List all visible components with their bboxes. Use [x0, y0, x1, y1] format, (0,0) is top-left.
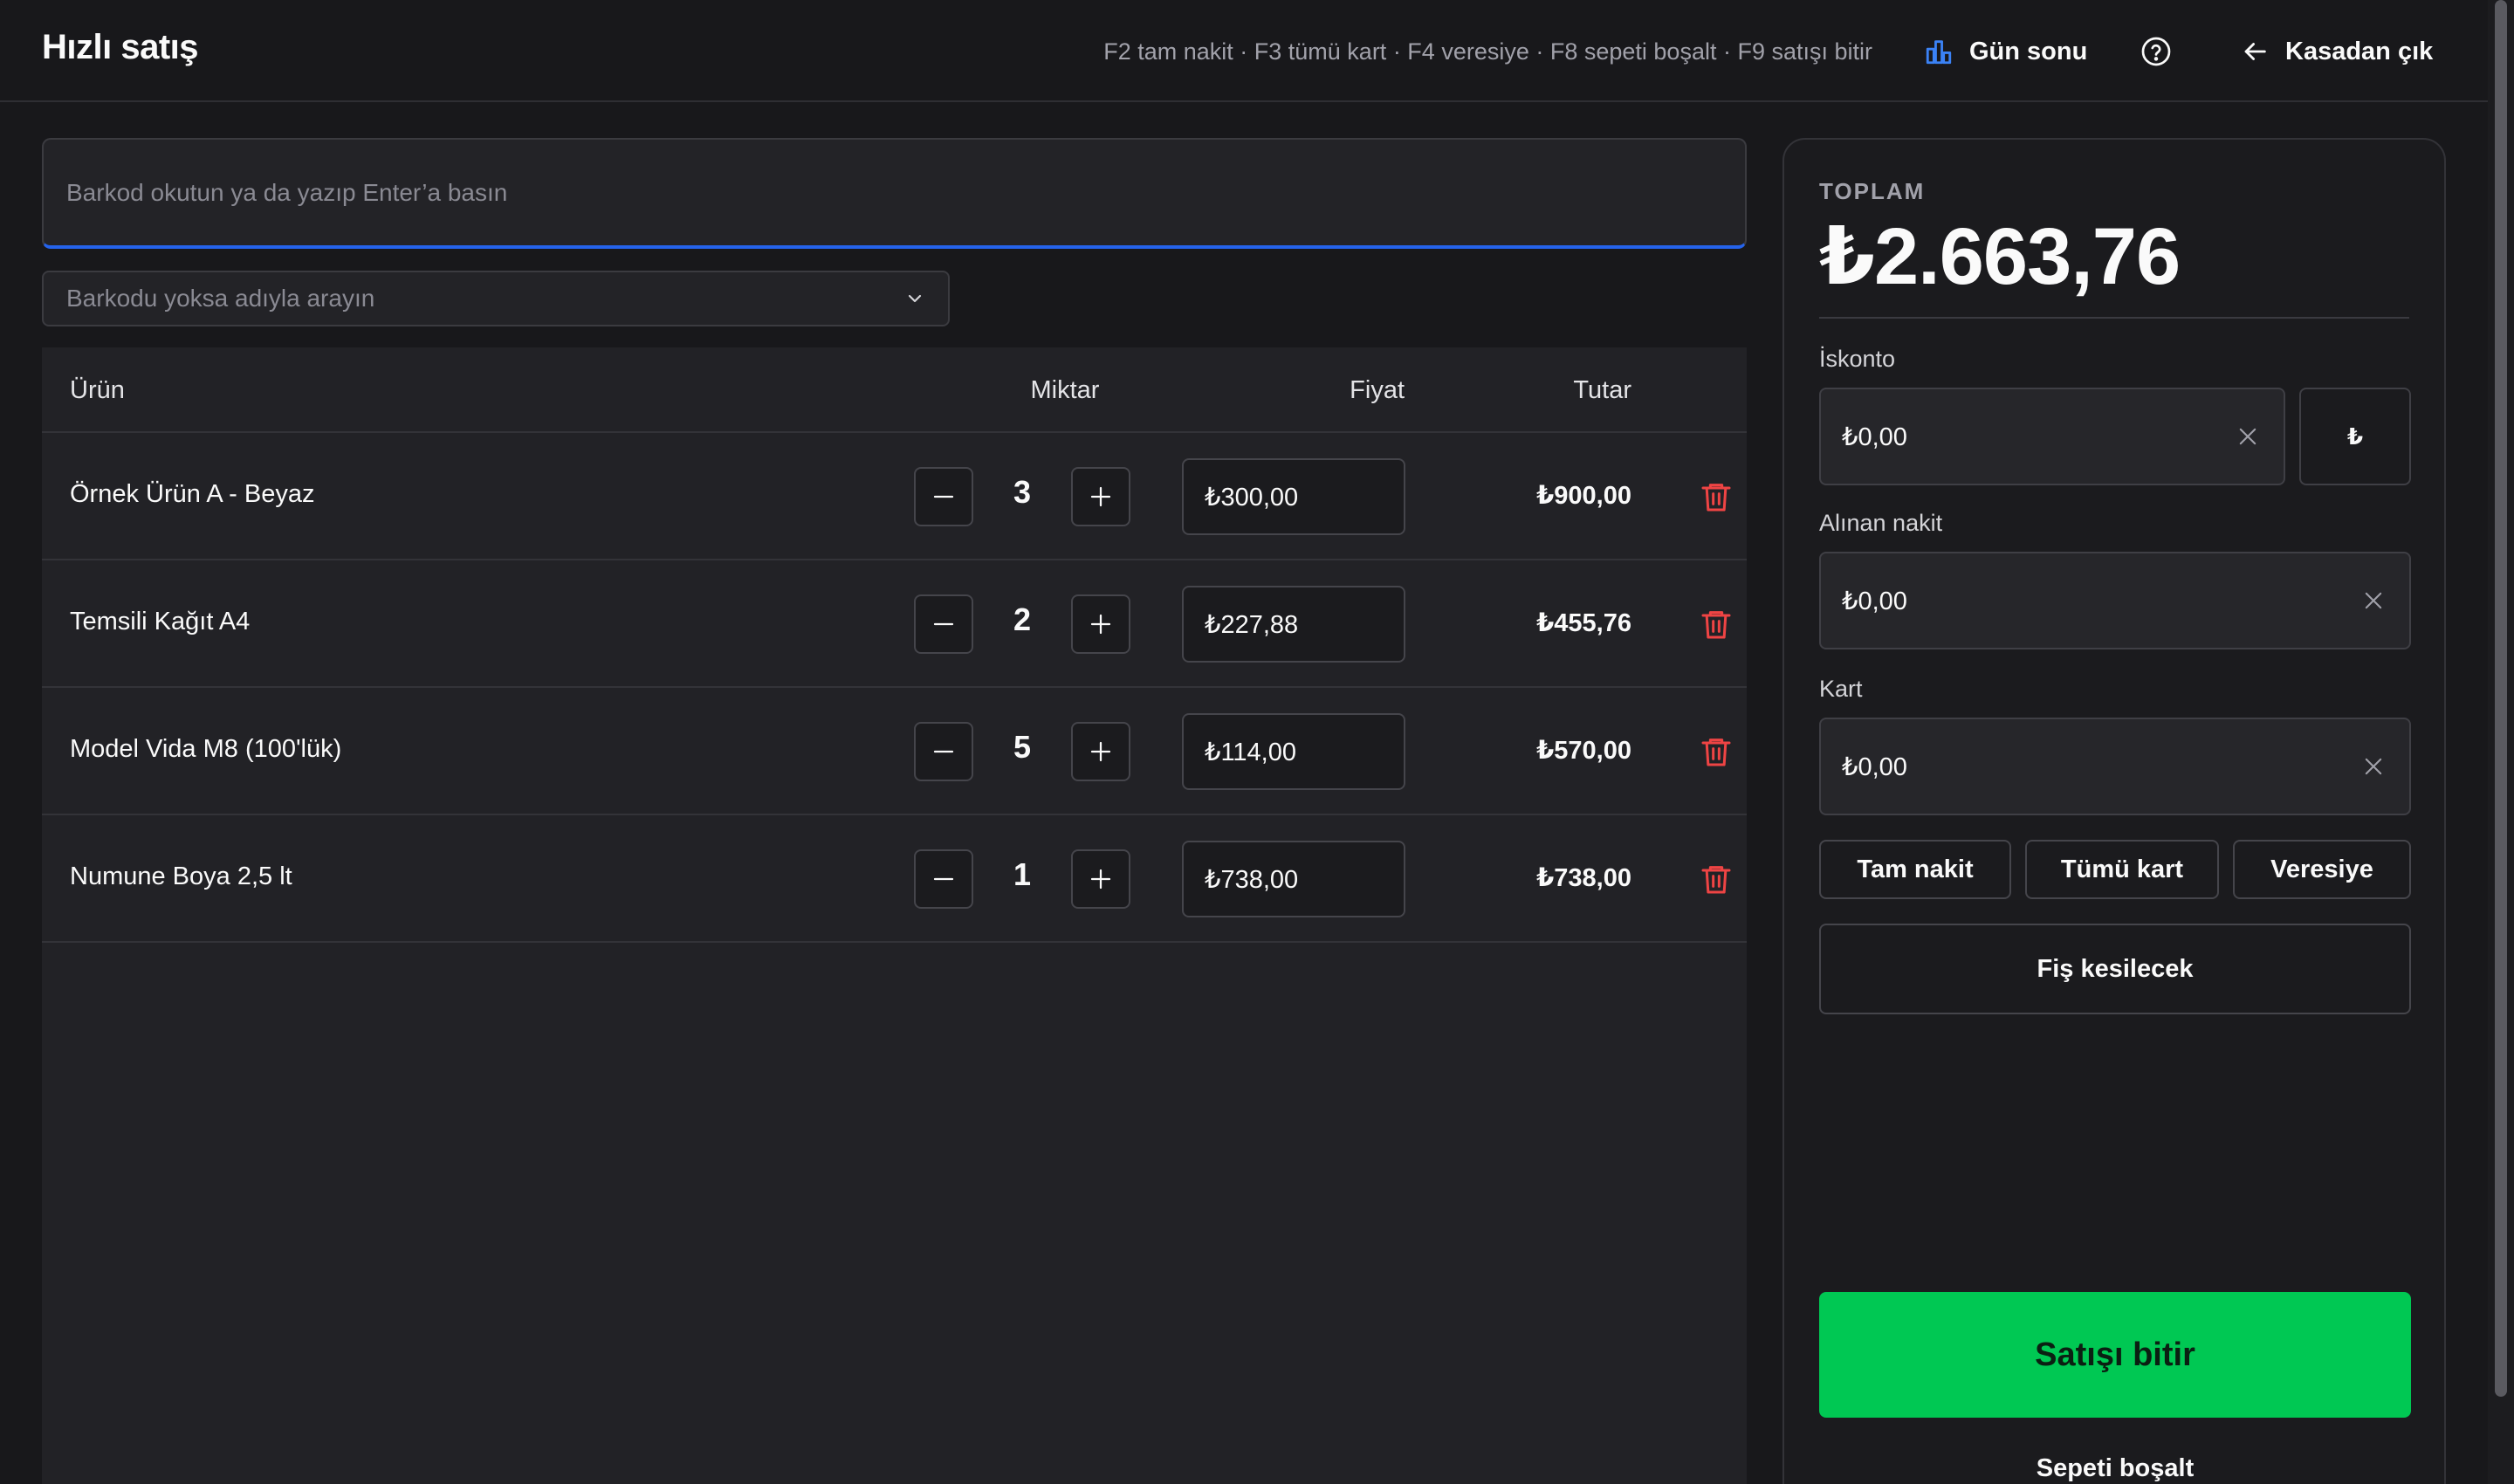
- unit-price-input[interactable]: [1205, 842, 1383, 916]
- keyboard-shortcuts-hint: F2 tam nakit · F3 tümü kart · F4 veresiy…: [1103, 38, 1872, 65]
- finish-sale-button[interactable]: Satışı bitir: [1819, 1292, 2411, 1418]
- unit-price-field: [1182, 713, 1405, 790]
- table-row: Temsili Kağıt A4 2 ₺455,76: [42, 560, 1747, 688]
- line-total: ₺455,76: [1536, 609, 1631, 637]
- plus-icon: [1090, 486, 1111, 507]
- product-name: Örnek Ürün A - Beyaz: [70, 480, 315, 508]
- plus-icon: [1090, 869, 1111, 890]
- total-label: TOPLAM: [1819, 178, 1926, 204]
- clear-card-button[interactable]: [2359, 752, 2388, 781]
- discount-label: İskonto: [1819, 346, 1896, 372]
- card-label: Kart: [1819, 676, 1863, 702]
- arrow-left-icon: [2244, 43, 2266, 60]
- line-total: ₺900,00: [1536, 482, 1631, 510]
- empty-cart-button[interactable]: Sepeti boşalt: [1819, 1454, 2411, 1483]
- cash-received-input[interactable]: [1842, 553, 2359, 648]
- card-input[interactable]: [1842, 719, 2359, 814]
- trash-icon: [1701, 611, 1731, 639]
- end-of-day-label: Gün sonu: [1969, 37, 2088, 65]
- barcode-input[interactable]: [66, 140, 1722, 245]
- on-credit-button[interactable]: Veresiye: [2233, 840, 2411, 899]
- clear-cash-button[interactable]: [2359, 586, 2388, 615]
- discount-field: [1819, 388, 2285, 485]
- exit-register-button[interactable]: Kasadan çık: [2240, 30, 2433, 73]
- help-button[interactable]: [2140, 30, 2172, 73]
- close-icon: [2365, 592, 2382, 609]
- delete-row-button[interactable]: [1699, 607, 1734, 642]
- column-header-price: Fiyat: [1350, 376, 1405, 404]
- bar-chart-icon: [1926, 40, 1952, 65]
- exit-register-label: Kasadan çık: [2285, 37, 2434, 65]
- increase-quantity-button[interactable]: [1071, 722, 1130, 781]
- product-name: Temsili Kağıt A4: [70, 608, 251, 636]
- discount-currency-toggle[interactable]: ₺: [2299, 388, 2411, 485]
- minus-icon: [933, 750, 954, 753]
- quantity-value: 3: [1013, 474, 1032, 510]
- trash-icon: [1701, 484, 1731, 512]
- cart-table: Ürün Miktar Fiyat Tutar Örnek Ürün A - B…: [42, 347, 1747, 1484]
- trash-icon: [1701, 739, 1731, 766]
- decrease-quantity-button[interactable]: [914, 849, 973, 909]
- close-icon: [2365, 758, 2382, 775]
- page-scrollbar[interactable]: [2488, 0, 2514, 1484]
- product-name: Model Vida M8 (100'lük): [70, 735, 342, 763]
- minus-icon: [933, 495, 954, 498]
- plus-icon: [1090, 741, 1111, 762]
- unit-price-input[interactable]: [1205, 587, 1383, 661]
- receipt-toggle-button[interactable]: Fiş kesilecek: [1819, 924, 2411, 1014]
- product-name-search-select[interactable]: Barkodu yoksa adıyla arayın: [42, 271, 950, 326]
- total-amount: ₺2.663,76: [1819, 212, 2181, 301]
- minus-icon: [933, 877, 954, 881]
- unit-price-input[interactable]: [1205, 460, 1383, 533]
- chevron-down-icon: [908, 294, 922, 303]
- discount-input[interactable]: [1842, 389, 2233, 484]
- unit-price-input[interactable]: [1205, 715, 1383, 788]
- increase-quantity-button[interactable]: [1071, 467, 1130, 526]
- product-name-search-placeholder: Barkodu yoksa adıyla arayın: [66, 285, 375, 312]
- divider: [1819, 317, 2409, 319]
- full-cash-button[interactable]: Tam nakit: [1819, 840, 2011, 899]
- cash-received-field: [1819, 552, 2411, 649]
- help-circle-icon: [2141, 37, 2171, 66]
- unit-price-field: [1182, 841, 1405, 917]
- delete-row-button[interactable]: [1699, 479, 1734, 514]
- decrease-quantity-button[interactable]: [914, 722, 973, 781]
- unit-price-field: [1182, 458, 1405, 535]
- table-row: Örnek Ürün A - Beyaz 3 ₺900,00: [42, 433, 1747, 560]
- column-header-total: Tutar: [1573, 376, 1631, 404]
- end-of-day-button[interactable]: Gün sonu: [1924, 30, 2087, 73]
- delete-row-button[interactable]: [1699, 734, 1734, 769]
- close-icon: [2239, 428, 2256, 445]
- table-header: Ürün Miktar Fiyat Tutar: [42, 347, 1747, 433]
- decrease-quantity-button[interactable]: [914, 467, 973, 526]
- payment-panel: TOPLAM ₺2.663,76 İskonto ₺ Alınan nakit …: [1782, 138, 2446, 1484]
- table-row: Numune Boya 2,5 lt 1 ₺738,00: [42, 815, 1747, 943]
- quantity-value: 2: [1013, 601, 1032, 637]
- page-title: Hızlı satış: [42, 28, 199, 66]
- trash-icon: [1701, 866, 1731, 894]
- clear-discount-button[interactable]: [2233, 422, 2263, 451]
- unit-price-field: [1182, 586, 1405, 663]
- all-card-button[interactable]: Tümü kart: [2025, 840, 2219, 899]
- line-total: ₺570,00: [1536, 737, 1631, 765]
- cash-received-label: Alınan nakit: [1819, 510, 1943, 536]
- scrollbar-thumb[interactable]: [2495, 0, 2507, 1397]
- table-row: Model Vida M8 (100'lük) 5 ₺570,00: [42, 688, 1747, 815]
- quantity-value: 5: [1013, 729, 1032, 765]
- top-bar: Hızlı satış F2 tam nakit · F3 tümü kart …: [0, 0, 2488, 102]
- decrease-quantity-button[interactable]: [914, 594, 973, 654]
- delete-row-button[interactable]: [1699, 862, 1734, 897]
- minus-icon: [933, 622, 954, 626]
- column-header-quantity: Miktar: [1030, 376, 1100, 404]
- increase-quantity-button[interactable]: [1071, 849, 1130, 909]
- product-name: Numune Boya 2,5 lt: [70, 862, 292, 890]
- barcode-field: [42, 138, 1747, 249]
- column-header-product: Ürün: [70, 376, 125, 404]
- quantity-value: 1: [1013, 856, 1032, 892]
- line-total: ₺738,00: [1536, 864, 1631, 892]
- increase-quantity-button[interactable]: [1071, 594, 1130, 654]
- card-field: [1819, 718, 2411, 815]
- plus-icon: [1090, 614, 1111, 635]
